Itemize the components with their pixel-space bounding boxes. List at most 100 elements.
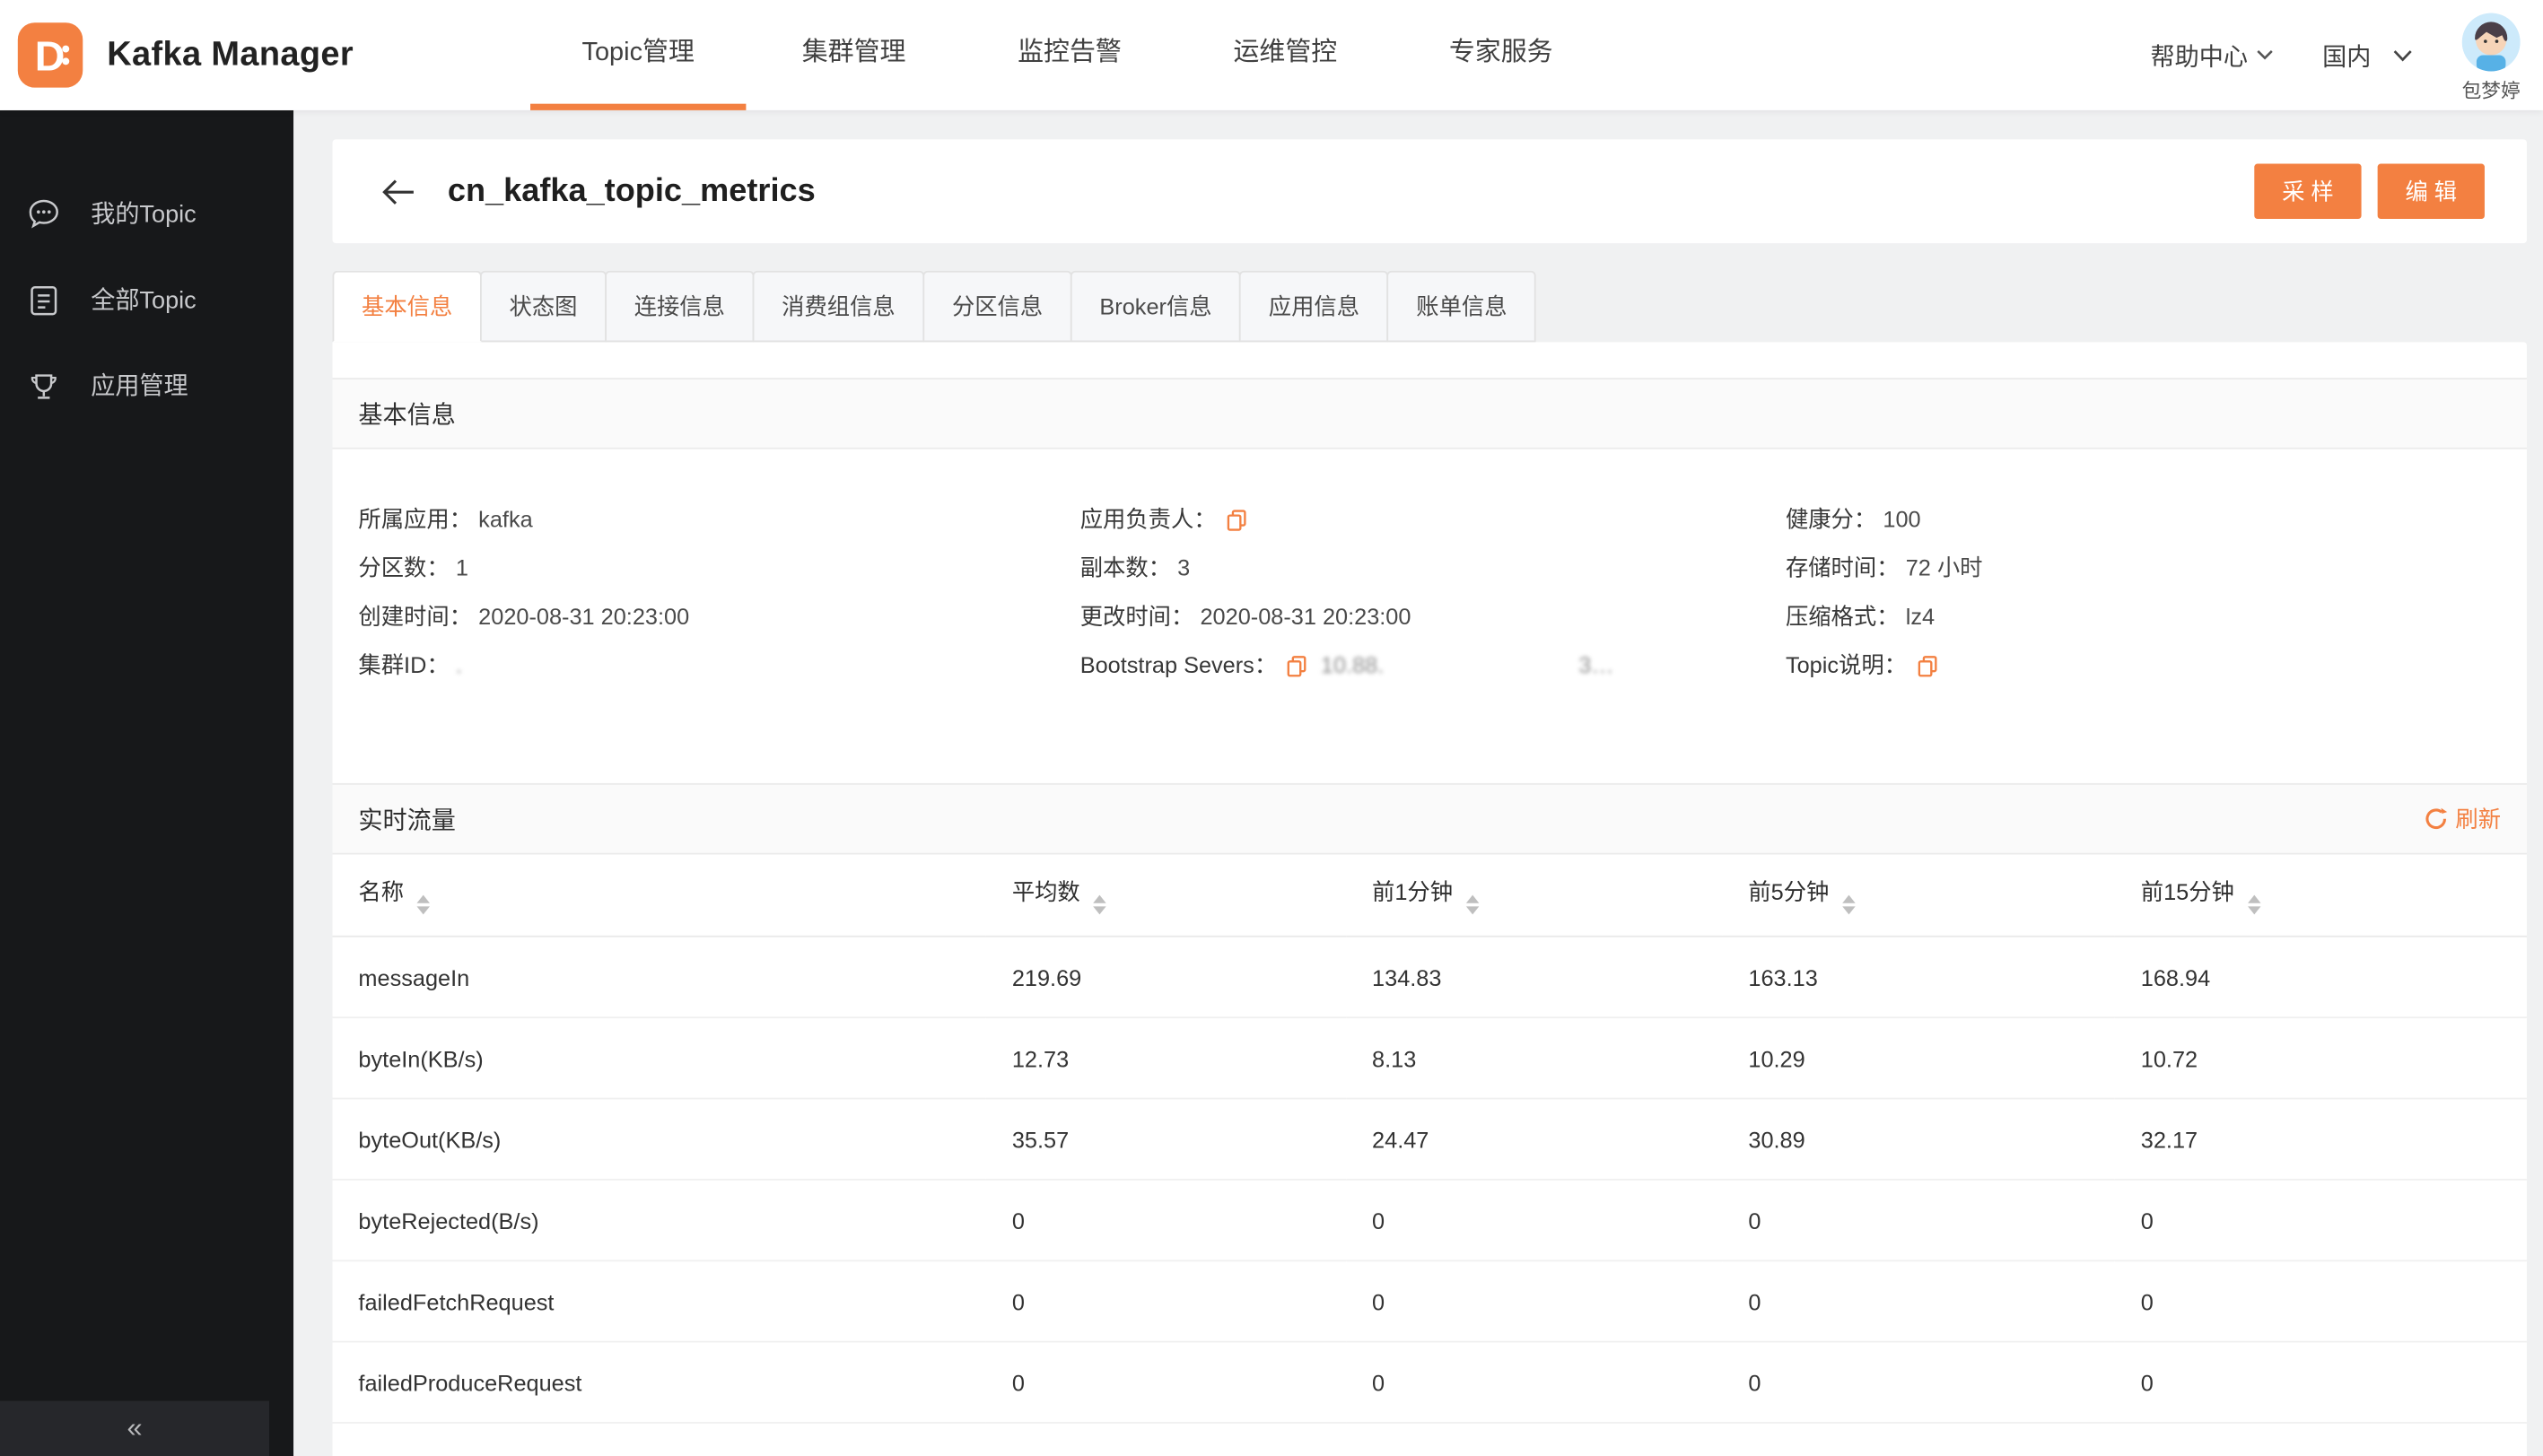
- region-label: 国内: [2322, 42, 2372, 71]
- vessel-icon: [31, 373, 57, 398]
- top-navbar: D Kafka Manager Topic管理 集群管理 监控告警 运维管控 专…: [0, 0, 2543, 110]
- navbar-right: 帮助中心 国内 包梦婷: [2151, 0, 2521, 110]
- tab-basic-info[interactable]: 基本信息: [332, 270, 482, 343]
- copy-icon[interactable]: [1917, 654, 1937, 676]
- column-header-avg: 平均数: [985, 854, 1347, 937]
- copy-icon[interactable]: [1287, 654, 1307, 676]
- info-field: 应用负责人：: [1080, 502, 1786, 536]
- tab-partition-info[interactable]: 分区信息: [922, 270, 1072, 343]
- help-center-label: 帮助中心: [2150, 42, 2248, 71]
- back-button[interactable]: [381, 178, 415, 205]
- realtime-section-header: 实时流量 刷新: [332, 782, 2527, 855]
- sample-button[interactable]: 采 样: [2254, 163, 2362, 219]
- info-field: 创建时间： 2020-08-31 20:23:00: [358, 600, 1079, 634]
- tab-consumer-group-info[interactable]: 消费组信息: [752, 270, 925, 343]
- field-value: 3…: [1578, 651, 1614, 678]
- sidebar-item-label: 全部Topic: [91, 286, 197, 315]
- column-header-name: 名称: [332, 854, 986, 937]
- region-menu[interactable]: 国内: [2322, 38, 2413, 72]
- field-value: 72 小时: [1905, 554, 1983, 581]
- user-menu[interactable]: 包梦婷: [2461, 12, 2521, 103]
- chevron-down-icon: [2393, 49, 2412, 61]
- basic-info-grid: 所属应用： kafka 应用负责人： 健康分： 100 分区数： 1 副本数： …: [333, 449, 2527, 748]
- nav-item-expert[interactable]: 专家服务: [1394, 0, 1609, 110]
- tab-bill-info[interactable]: 账单信息: [1386, 270, 1537, 343]
- metric-value: 168.94: [2114, 936, 2527, 1019]
- info-field: 所属应用： kafka: [358, 502, 1079, 536]
- column-header-label: 前1分钟: [1372, 878, 1454, 905]
- sidebar-item-all-topic[interactable]: 全部Topic: [0, 257, 293, 343]
- sort-icon[interactable]: [2247, 894, 2260, 915]
- metric-value: 12.73: [985, 1017, 1347, 1100]
- field-label: 集群ID：: [358, 651, 450, 678]
- field-label: Topic说明：: [1785, 651, 1907, 678]
- sort-icon[interactable]: [1841, 894, 1856, 915]
- tab-connection-info[interactable]: 连接信息: [605, 270, 755, 343]
- refresh-button[interactable]: 刷新: [2425, 803, 2501, 835]
- basic-info-section-header: 基本信息: [332, 378, 2527, 449]
- metric-value: 0: [2114, 1260, 2527, 1343]
- metric-value: 0: [985, 1260, 1347, 1343]
- field-label: Bootstrap Severs：: [1079, 651, 1278, 678]
- nav-item-topic[interactable]: Topic管理: [530, 0, 747, 110]
- sort-icon[interactable]: [416, 894, 430, 915]
- header-actions: 采 样 编 辑: [2254, 163, 2485, 219]
- metric-value: 8.13: [1346, 1017, 1723, 1100]
- info-field: 压缩格式： lz4: [1786, 600, 2501, 634]
- table-row: failedFetchRequest 0 0 0 0: [332, 1260, 2527, 1343]
- svg-text:D: D: [35, 33, 66, 80]
- edit-button[interactable]: 编 辑: [2377, 163, 2485, 219]
- avatar: [2461, 12, 2521, 71]
- metric-value: 35.57: [985, 1098, 1347, 1181]
- metric-value: 24.47: [1346, 1098, 1723, 1181]
- app-root: D Kafka Manager Topic管理 集群管理 监控告警 运维管控 专…: [0, 0, 2543, 1456]
- detail-tabs: 基本信息 状态图 连接信息 消费组信息 分区信息 Broker信息 应用信息 账…: [332, 270, 2527, 343]
- sort-icon[interactable]: [1093, 894, 1106, 915]
- metric-value: 0: [985, 1179, 1347, 1262]
- app-logo-icon: D: [17, 22, 83, 88]
- user-name: 包梦婷: [2461, 78, 2521, 101]
- sidebar-collapse-button[interactable]: «: [0, 1400, 270, 1456]
- table-row: totalProduceRequest 0.94 0.64 0.75 0.77: [332, 1422, 2527, 1456]
- tab-status-chart[interactable]: 状态图: [479, 270, 607, 343]
- metric-value: 0: [1722, 1341, 2115, 1424]
- page-title: cn_kafka_topic_metrics: [447, 172, 816, 209]
- section-title: 实时流量: [358, 806, 456, 834]
- field-label: 压缩格式：: [1785, 603, 1900, 630]
- sidebar-item-app-manage[interactable]: 应用管理: [0, 342, 293, 428]
- sidebar-item-my-topic[interactable]: 我的Topic: [0, 170, 293, 257]
- metric-value: 0.64: [1346, 1422, 1723, 1456]
- metric-value: 0: [1346, 1260, 1723, 1343]
- nav-item-monitor[interactable]: 监控告警: [962, 0, 1177, 110]
- refresh-label: 刷新: [2455, 806, 2502, 833]
- nav-item-cluster[interactable]: 集群管理: [746, 0, 961, 110]
- field-value: 2020-08-31 20:23:00: [1200, 603, 1411, 630]
- info-field: 副本数： 3: [1080, 552, 1786, 586]
- table-row: byteOut(KB/s) 35.57 24.47 30.89 32.17: [332, 1098, 2527, 1181]
- metric-name: failedProduceRequest: [332, 1341, 986, 1424]
- metric-value: 0: [2114, 1341, 2527, 1424]
- info-field: 存储时间： 72 小时: [1786, 552, 2501, 586]
- metric-value: 134.83: [1346, 936, 1723, 1019]
- copy-icon[interactable]: [1226, 509, 1246, 531]
- metric-name: byteRejected(B/s): [332, 1179, 986, 1262]
- metric-value: 0.75: [1722, 1422, 2115, 1456]
- field-value: 10.88.: [1320, 651, 1385, 678]
- column-header-label: 平均数: [1011, 878, 1080, 905]
- metric-value: 10.72: [2114, 1017, 2527, 1100]
- sort-icon[interactable]: [1465, 894, 1479, 915]
- metric-value: 32.17: [2114, 1098, 2527, 1181]
- info-field: Bootstrap Severs： 10.88. 3…: [1080, 649, 1786, 683]
- nav-item-ops[interactable]: 运维管控: [1177, 0, 1393, 110]
- tab-app-info[interactable]: 应用信息: [1239, 270, 1389, 343]
- brand-name: Kafka Manager: [107, 35, 354, 74]
- metric-name: byteOut(KB/s): [332, 1098, 986, 1181]
- info-field: 分区数： 1: [358, 552, 1079, 586]
- main-nav: Topic管理 集群管理 监控告警 运维管控 专家服务: [530, 0, 1609, 110]
- brand[interactable]: D Kafka Manager: [16, 21, 354, 89]
- metric-value: 0.77: [2114, 1422, 2527, 1456]
- metric-value: 0: [2114, 1179, 2527, 1262]
- help-center-menu[interactable]: 帮助中心: [2151, 38, 2274, 72]
- tab-broker-info[interactable]: Broker信息: [1070, 270, 1242, 343]
- metric-value: 0: [1722, 1179, 2115, 1262]
